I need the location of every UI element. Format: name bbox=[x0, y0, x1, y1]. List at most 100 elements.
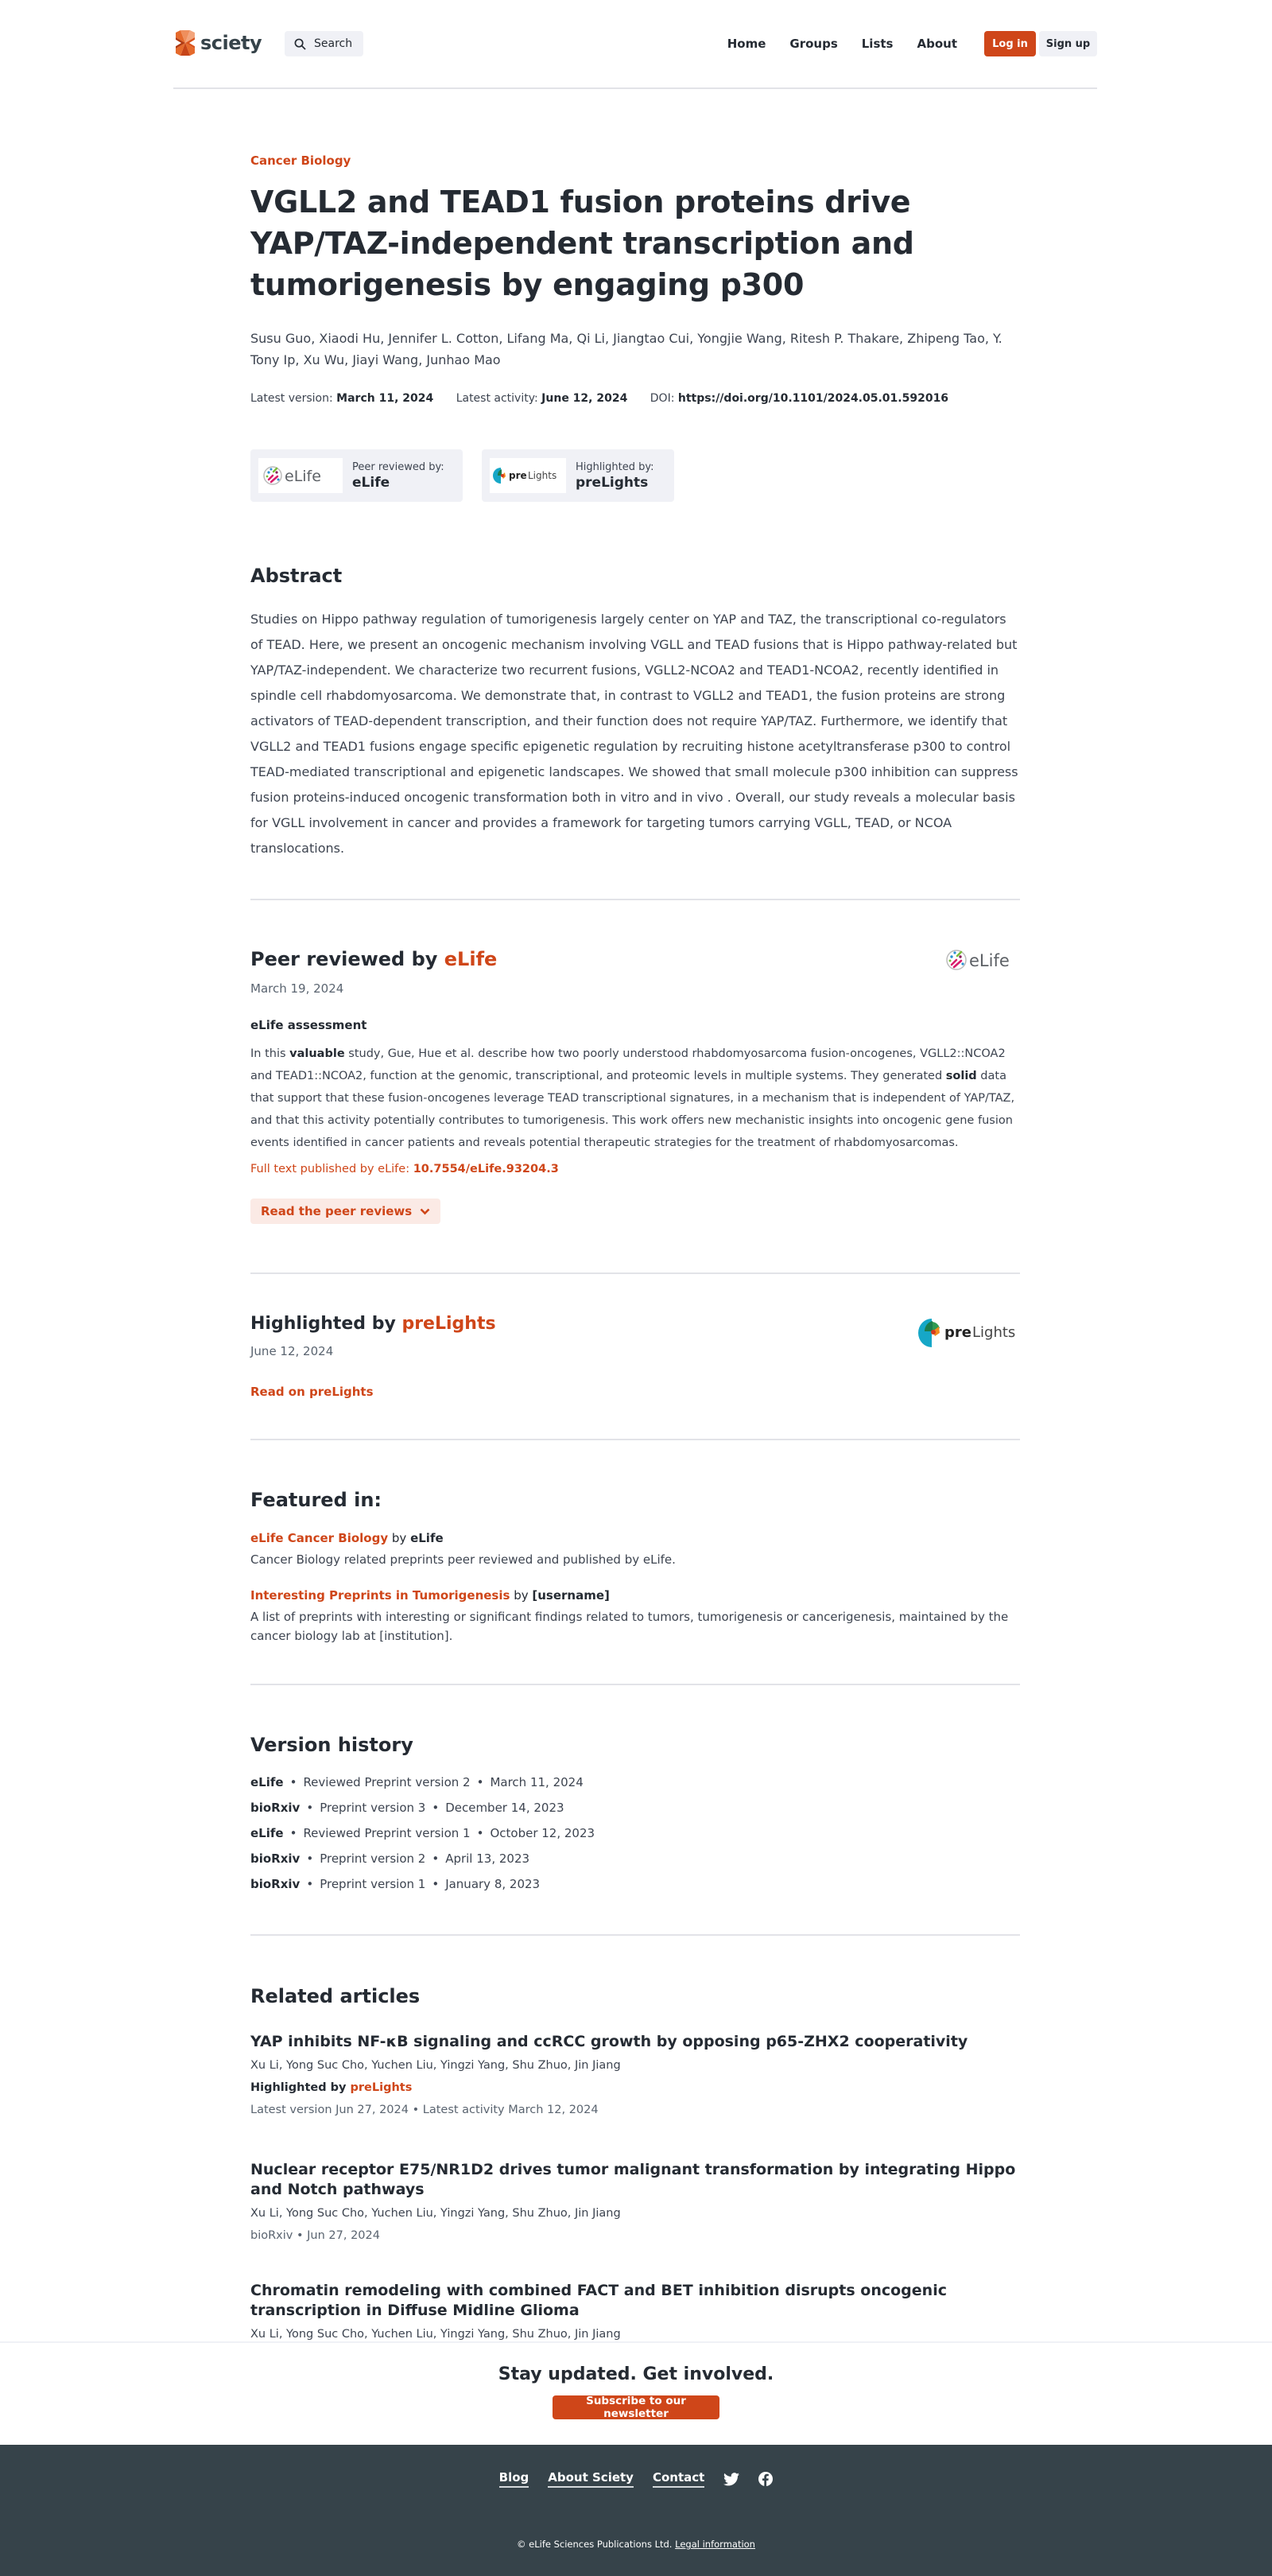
peer-review-date: March 19, 2024 bbox=[250, 981, 344, 996]
version-history-item: bioRxiv • Preprint version 2 • April 13, 202… bbox=[250, 1851, 530, 1866]
svg-text:eLife: eLife bbox=[969, 951, 1010, 970]
footer-link-about[interactable]: About Sciety bbox=[548, 2470, 634, 2488]
sciety-logo[interactable]: sciety bbox=[173, 29, 262, 56]
version-history-item: bioRxiv • Preprint version 1 • January 8, 20… bbox=[250, 1877, 541, 1891]
elife-logo-icon: eLife bbox=[263, 466, 321, 485]
doi-label: DOI: bbox=[650, 392, 675, 405]
facebook-link[interactable] bbox=[758, 2472, 774, 2486]
doi-link[interactable]: https://doi.org/10.1101/2024.05.01.59201… bbox=[678, 392, 948, 405]
nav-home[interactable]: Home bbox=[727, 37, 766, 51]
related-article: Chromatin remodeling with combined FACT … bbox=[250, 2281, 1020, 2341]
footer-links: Blog About Sciety Contact bbox=[0, 2470, 1272, 2488]
newsletter-banner: Stay updated. Get involved. Subscribe to… bbox=[0, 2341, 1272, 2445]
featured-list-description: Cancer Biology related preprints peer re… bbox=[250, 1552, 676, 1567]
svg-text:pre: pre bbox=[509, 470, 527, 481]
footer-copyright: © eLife Sciences Publications Ltd. Legal… bbox=[517, 2539, 755, 2550]
prelights-logo: pre Lights bbox=[490, 458, 566, 493]
abstract-text: Studies on Hippo pathway regulation of t… bbox=[250, 612, 1018, 856]
site-footer: Blog About Sciety Contact © eLife Scienc… bbox=[0, 2445, 1272, 2576]
nav-lists[interactable]: Lists bbox=[862, 37, 894, 51]
related-article-authors: Xu Li, Yong Suc Cho, Yuchen Liu, Yingzi … bbox=[250, 2328, 621, 2341]
section-divider bbox=[250, 1934, 1020, 1936]
abstract-heading: Abstract bbox=[250, 565, 343, 587]
prelights-logo-icon: pre Lights bbox=[493, 468, 556, 484]
version-history-heading: Version history bbox=[250, 1734, 413, 1756]
related-article: Nuclear receptor E75/NR1D2 drives tumor … bbox=[250, 2160, 1020, 2242]
article-meta: Latest version: March 11, 2024 Latest ac… bbox=[250, 392, 948, 405]
article-title: VGLL2 and TEAD1 fusion proteins drive YA… bbox=[250, 185, 914, 302]
subscribe-newsletter-button[interactable]: Subscribe to our newsletter bbox=[553, 2395, 719, 2420]
nav-about[interactable]: About bbox=[917, 37, 957, 51]
related-article: YAP inhibits NF-κB signaling and ccRCC g… bbox=[250, 2032, 1020, 2116]
version-history-item: bioRxiv • Preprint version 3 • December 14, … bbox=[250, 1801, 564, 1815]
nav-groups[interactable]: Groups bbox=[789, 37, 837, 51]
highlight-heading: Highlighted by preLights bbox=[250, 1314, 496, 1334]
latest-version-date: March 11, 2024 bbox=[336, 392, 434, 405]
assessment-text: In this valuable study, Gue, Hue et al. … bbox=[250, 1047, 1015, 1149]
significance-term: valuable bbox=[289, 1047, 345, 1060]
full-text-link[interactable]: Full text published by eLife: 10.7554/eL… bbox=[250, 1163, 559, 1175]
chevron-down-icon bbox=[420, 1208, 430, 1214]
related-article-title[interactable]: YAP inhibits NF-κB signaling and ccRCC g… bbox=[250, 2032, 1020, 2052]
strength-term: solid bbox=[945, 1070, 977, 1082]
featured-list-description: A list of preprints with interesting or … bbox=[250, 1610, 1009, 1643]
twitter-icon bbox=[723, 2472, 740, 2485]
article-category: Cancer Biology bbox=[250, 153, 351, 168]
prelights-logo-icon: pre Lights bbox=[918, 1319, 1015, 1347]
read-peer-reviews-button[interactable]: Read the peer reviews bbox=[250, 1199, 441, 1224]
related-article-highlight: Highlighted by preLights bbox=[250, 2081, 413, 2094]
search-button[interactable]: Search bbox=[285, 31, 363, 56]
search-icon bbox=[294, 38, 306, 50]
highlight-group-link[interactable]: preLights bbox=[351, 2081, 413, 2094]
svg-text:Lights: Lights bbox=[972, 1324, 1015, 1341]
assessment-heading: eLife assessment bbox=[250, 1018, 367, 1032]
svg-text:eLife: eLife bbox=[285, 468, 321, 485]
featured-heading: Featured in: bbox=[250, 1489, 382, 1511]
site-header: sciety Search Home Groups Lists About Lo… bbox=[173, 25, 1097, 89]
evaluation-badges: eLife Peer reviewed by: eLife pre Lights bbox=[250, 449, 693, 502]
sciety-logo-icon bbox=[173, 30, 197, 56]
latest-activity-label: Latest activity: bbox=[456, 392, 538, 405]
full-text-doi[interactable]: 10.7554/eLife.93204.3 bbox=[413, 1163, 559, 1175]
legal-information-link[interactable]: Legal information bbox=[675, 2539, 755, 2550]
latest-activity-date: June 12, 2024 bbox=[541, 392, 628, 405]
version-history-item: eLife • Reviewed Preprint version 2 • March … bbox=[250, 1775, 584, 1789]
section-divider bbox=[250, 1272, 1020, 1274]
login-button[interactable]: Log in bbox=[984, 31, 1036, 56]
svg-text:Lights: Lights bbox=[528, 470, 556, 481]
section-divider bbox=[250, 1439, 1020, 1440]
elife-logo-icon: eLife bbox=[946, 950, 1010, 970]
badge-label: Peer reviewed by: bbox=[352, 460, 444, 473]
badge-group-name: preLights bbox=[576, 474, 649, 491]
highlight-group-link[interactable]: preLights bbox=[401, 1314, 495, 1334]
section-divider bbox=[250, 1684, 1020, 1685]
read-on-prelights-link[interactable]: Read on preLights bbox=[250, 1385, 374, 1399]
featured-list-owner: [username] bbox=[532, 1588, 610, 1603]
peer-review-group-link[interactable]: eLife bbox=[444, 948, 498, 970]
latest-version-label: Latest version: bbox=[250, 392, 333, 405]
signup-button[interactable]: Sign up bbox=[1039, 31, 1097, 56]
highlighted-badge[interactable]: pre Lights Highlighted by: preLights bbox=[482, 449, 674, 502]
related-articles-heading: Related articles bbox=[250, 1985, 421, 2007]
elife-logo: eLife bbox=[258, 458, 343, 493]
featured-list-item: Interesting Preprints in Tumorigenesis b… bbox=[250, 1588, 1020, 1645]
related-article-title[interactable]: Nuclear receptor E75/NR1D2 drives tumor … bbox=[250, 2160, 1020, 2200]
related-article-title[interactable]: Chromatin remodeling with combined FACT … bbox=[250, 2281, 1020, 2321]
peer-reviewed-badge[interactable]: eLife Peer reviewed by: eLife bbox=[250, 449, 463, 502]
badge-group-name: eLife bbox=[352, 474, 390, 491]
featured-list-link[interactable]: eLife Cancer Biology bbox=[250, 1531, 388, 1545]
search-label: Search bbox=[314, 37, 353, 50]
version-history-list: eLife • Reviewed Preprint version 2 • March … bbox=[250, 1774, 595, 1901]
svg-text:pre: pre bbox=[944, 1324, 971, 1341]
footer-link-blog[interactable]: Blog bbox=[498, 2470, 529, 2488]
main-nav: Home Groups Lists About Log in Sign up bbox=[727, 31, 1097, 56]
twitter-link[interactable] bbox=[723, 2472, 740, 2486]
badge-label: Highlighted by: bbox=[576, 460, 654, 473]
related-article-meta: bioRxiv • Jun 27, 2024 bbox=[250, 2229, 380, 2242]
version-history-item: eLife • Reviewed Preprint version 1 • Octobe… bbox=[250, 1826, 595, 1840]
footer-link-contact[interactable]: Contact bbox=[652, 2470, 705, 2488]
related-article-meta: Latest version Jun 27, 2024 • Latest act… bbox=[250, 2104, 599, 2116]
newsletter-title: Stay updated. Get involved. bbox=[498, 2364, 774, 2384]
peer-review-heading: Peer reviewed by eLife bbox=[250, 948, 498, 970]
featured-list-link[interactable]: Interesting Preprints in Tumorigenesis bbox=[250, 1588, 510, 1603]
